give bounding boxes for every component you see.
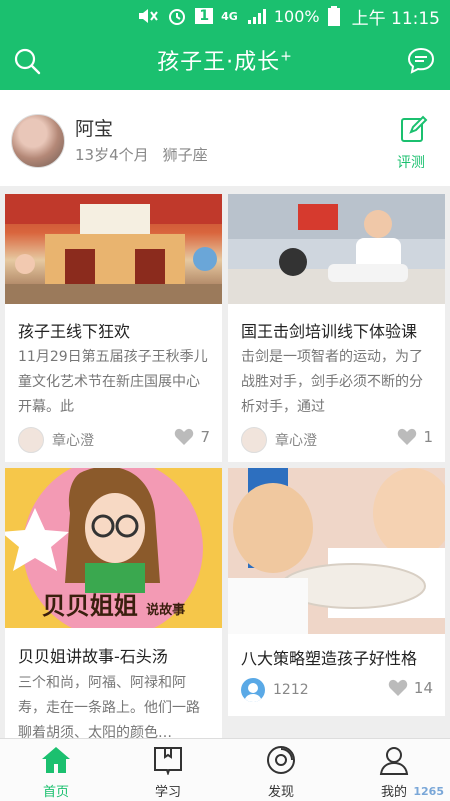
like-count: 1 <box>423 428 433 446</box>
article-image <box>228 194 445 304</box>
evaluate-label: 评测 <box>397 155 425 171</box>
like-button[interactable]: 14 <box>388 679 433 697</box>
article-title: 孩子王线下狂欢 <box>18 322 131 341</box>
like-button[interactable]: 1 <box>397 428 433 446</box>
profile-icon <box>379 747 409 775</box>
article-author: 章心澄 <box>241 427 317 453</box>
article-card[interactable]: 孩子王线下狂欢 11月29日第五届孩子王秋季儿童文化艺术节在新庄国展中心开幕。此… <box>5 194 222 462</box>
article-card[interactable]: 贝贝姐姐 说故事 贝贝姐讲故事-石头汤 三个和尚，阿福、阿禄和阿寿，走在一条路上… <box>5 468 222 741</box>
heart-icon <box>175 428 194 445</box>
battery-icon <box>327 6 340 26</box>
battery-percent: 100% <box>273 6 320 26</box>
app-header: 孩子王·成长+ <box>0 32 450 90</box>
bottom-nav: 首页 学习 发现 我的 1265 <box>0 738 450 801</box>
nav-home[interactable]: 首页 <box>16 745 96 800</box>
article-author: 章心澄 <box>18 427 94 453</box>
network-label: 4G <box>221 9 238 23</box>
mute-icon <box>137 7 159 25</box>
child-profile[interactable]: 阿宝 13岁4个月 狮子座 评测 <box>0 90 450 186</box>
article-title: 国王击剑培训线下体验课 <box>241 322 418 341</box>
article-card[interactable]: 国王击剑培训线下体验课 击剑是一项智者的运动，为了战胜对手，剑手必须不断的分析对… <box>228 194 445 462</box>
author-name: 章心澄 <box>275 433 317 449</box>
author-name: 章心澄 <box>52 433 94 449</box>
book-icon <box>154 747 182 777</box>
status-bar: 1 4G 100% 上午 11:15 <box>0 0 450 32</box>
heart-icon <box>388 679 408 696</box>
signal-icon <box>246 8 266 24</box>
heart-icon <box>398 428 417 445</box>
edit-icon <box>401 115 428 142</box>
default-avatar-icon <box>241 678 265 702</box>
article-summary: 三个和尚，阿福、阿禄和阿寿，走在一条路上。他们一路聊着胡须、太阳的颜色… <box>18 675 200 741</box>
like-count: 14 <box>413 679 433 697</box>
nav-study-label: 学习 <box>154 785 181 800</box>
author-name: 1212 <box>273 682 309 698</box>
alarm-icon <box>167 6 187 26</box>
article-image <box>228 468 445 634</box>
child-info: 13岁4个月 狮子座 <box>75 144 208 165</box>
article-summary: 11月29日第五届孩子王秋季儿童文化艺术节在新庄国展中心开幕。此 <box>18 349 208 415</box>
like-count: 7 <box>200 428 210 446</box>
child-age: 13岁4个月 <box>75 146 149 164</box>
child-zodiac: 狮子座 <box>162 146 208 164</box>
nav-discover[interactable]: 发现 <box>241 745 321 800</box>
discover-icon <box>267 746 295 774</box>
article-image <box>5 194 222 304</box>
article-image: 贝贝姐姐 说故事 <box>5 468 222 628</box>
clock: 上午 11:15 <box>351 8 440 29</box>
nav-home-label: 首页 <box>42 785 69 800</box>
message-icon[interactable] <box>406 46 436 76</box>
page-title: 孩子王·成长+ <box>157 48 293 75</box>
avatar[interactable] <box>11 114 65 168</box>
author-avatar <box>18 427 44 453</box>
image-caption-sub: 说故事 <box>146 603 186 618</box>
watermark: 1265 <box>413 785 444 798</box>
article-card[interactable]: 八大策略塑造孩子好性格 1212 14 <box>228 468 445 716</box>
nav-study[interactable]: 学习 <box>128 745 208 800</box>
nav-discover-label: 发现 <box>267 785 294 800</box>
evaluate-button[interactable]: 评测 <box>397 114 430 172</box>
image-caption-main: 贝贝姐姐 <box>41 592 138 620</box>
like-button[interactable]: 7 <box>174 428 210 446</box>
image-caption: 贝贝姐姐 说故事 <box>5 586 222 621</box>
article-title: 贝贝姐讲故事-石头汤 <box>18 647 168 666</box>
article-title: 八大策略塑造孩子好性格 <box>241 649 418 668</box>
home-icon <box>42 747 70 773</box>
child-name: 阿宝 <box>75 118 114 140</box>
article-summary: 击剑是一项智者的运动，为了战胜对手，剑手必须不断的分析对手，通过 <box>241 349 423 415</box>
author-avatar <box>241 427 267 453</box>
sim-badge: 1 <box>195 8 214 24</box>
article-author: 1212 <box>241 678 309 702</box>
